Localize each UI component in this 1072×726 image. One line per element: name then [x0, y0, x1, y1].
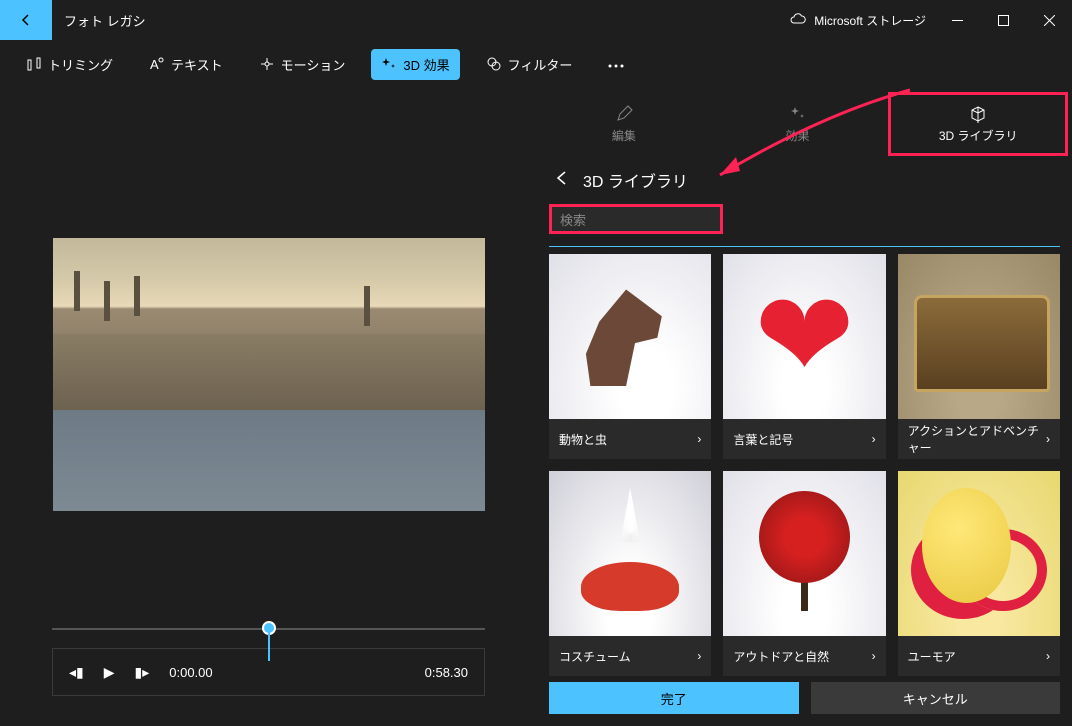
motion-label: モーション: [281, 55, 346, 74]
panel-footer: 完了 キャンセル: [549, 682, 1060, 714]
category-card[interactable]: 動物と虫 ›: [549, 254, 711, 459]
dots-icon: [608, 64, 624, 68]
minimize-button[interactable]: [934, 0, 980, 40]
category-label: アウトドアと自然: [733, 648, 829, 665]
category-thumb: [898, 471, 1060, 636]
tab-effects-label: 効果: [786, 127, 810, 144]
storage-indicator[interactable]: Microsoft ストレージ: [790, 12, 926, 29]
next-frame-button[interactable]: ▮▸: [135, 664, 150, 681]
chevron-right-icon: ›: [1046, 649, 1050, 663]
filter-icon: [486, 56, 502, 72]
tab-edit-label: 編集: [612, 127, 636, 144]
cloud-icon: [790, 12, 806, 28]
category-label: コスチューム: [559, 648, 631, 665]
filter-label: フィルター: [508, 55, 573, 74]
more-button[interactable]: [598, 49, 634, 79]
prev-frame-button[interactable]: ◂▮: [69, 664, 84, 681]
panel-title: 3D ライブラリ: [583, 168, 688, 192]
tab-edit[interactable]: 編集: [537, 88, 711, 160]
3d-effects-tool[interactable]: 3D 効果: [371, 49, 459, 80]
window-controls: [934, 0, 1072, 40]
cube-icon: [969, 105, 987, 123]
chevron-right-icon: ›: [872, 649, 876, 663]
current-time: 0:00.00: [169, 665, 212, 680]
sparkle-icon: [381, 56, 397, 72]
category-thumb: [549, 471, 711, 636]
category-card[interactable]: 言葉と記号 ›: [723, 254, 885, 459]
3d-effects-label: 3D 効果: [403, 55, 449, 74]
category-card[interactable]: ユーモア ›: [898, 471, 1060, 676]
scrub-bar[interactable]: [52, 616, 485, 640]
playback-controls: ◂▮ ▶ ▮▸ 0:00.00 0:58.30: [52, 616, 485, 696]
category-thumb: [549, 254, 711, 419]
category-card[interactable]: アクションとアドベンチャー›: [898, 254, 1060, 459]
maximize-button[interactable]: [980, 0, 1026, 40]
search-underline: [549, 246, 1060, 247]
tab-effects[interactable]: 効果: [711, 88, 885, 160]
preview-pane: ◂▮ ▶ ▮▸ 0:00.00 0:58.30: [0, 88, 537, 726]
text-tool[interactable]: A テキスト: [139, 49, 233, 80]
editor-toolbar: トリミング A テキスト モーション 3D 効果 フィルター: [0, 40, 1072, 88]
category-card[interactable]: アウトドアと自然 ›: [723, 471, 885, 676]
panel-back-button[interactable]: [553, 169, 571, 192]
category-label: 動物と虫: [559, 431, 607, 448]
chevron-right-icon: ›: [1046, 432, 1050, 446]
sparkles-icon: [789, 105, 807, 123]
text-label: テキスト: [171, 55, 223, 74]
category-label: 言葉と記号: [733, 431, 793, 448]
storage-label: Microsoft ストレージ: [814, 12, 926, 29]
app-title: フォト レガシ: [64, 11, 146, 30]
svg-text:A: A: [150, 57, 159, 72]
content-area: ◂▮ ▶ ▮▸ 0:00.00 0:58.30 編集 効果 3D ライブラリ: [0, 88, 1072, 726]
tab-3d-library-label: 3D ライブラリ: [939, 127, 1018, 144]
text-icon: A: [149, 56, 165, 72]
panel-header: 3D ライブラリ: [537, 160, 1072, 200]
video-preview[interactable]: [53, 238, 485, 511]
tab-3d-library[interactable]: 3D ライブラリ: [888, 92, 1068, 156]
search-placeholder: 検索: [560, 210, 586, 229]
chevron-right-icon: ›: [697, 649, 701, 663]
category-thumb: [723, 471, 885, 636]
titlebar: フォト レガシ Microsoft ストレージ: [0, 0, 1072, 40]
trim-icon: [26, 56, 42, 72]
motion-icon: [259, 56, 275, 72]
chevron-right-icon: ›: [697, 432, 701, 446]
play-button[interactable]: ▶: [104, 664, 115, 681]
category-grid: 動物と虫› 言葉と記号› アクションとアドベンチャー› コスチューム› アウトド…: [537, 254, 1072, 676]
arrow-left-icon: [553, 169, 571, 187]
pencil-icon: [615, 105, 633, 123]
category-thumb: [898, 254, 1060, 419]
motion-tool[interactable]: モーション: [249, 49, 356, 80]
cancel-button[interactable]: キャンセル: [811, 682, 1061, 714]
panel-tabs: 編集 効果 3D ライブラリ: [537, 88, 1072, 160]
total-time: 0:58.30: [425, 665, 468, 680]
done-button[interactable]: 完了: [549, 682, 799, 714]
category-label: ユーモア: [908, 648, 956, 665]
chevron-right-icon: ›: [872, 432, 876, 446]
category-label: アクションとアドベンチャー: [908, 422, 1046, 456]
trim-tool[interactable]: トリミング: [16, 49, 123, 80]
search-input[interactable]: 検索: [549, 204, 723, 234]
category-card[interactable]: コスチューム ›: [549, 471, 711, 676]
trim-label: トリミング: [48, 55, 113, 74]
back-button[interactable]: [0, 0, 52, 40]
filter-tool[interactable]: フィルター: [476, 49, 583, 80]
close-button[interactable]: [1026, 0, 1072, 40]
side-panel: 編集 効果 3D ライブラリ 3D ライブラリ 検索 動物と虫 ›: [537, 88, 1072, 726]
category-thumb: [723, 254, 885, 419]
